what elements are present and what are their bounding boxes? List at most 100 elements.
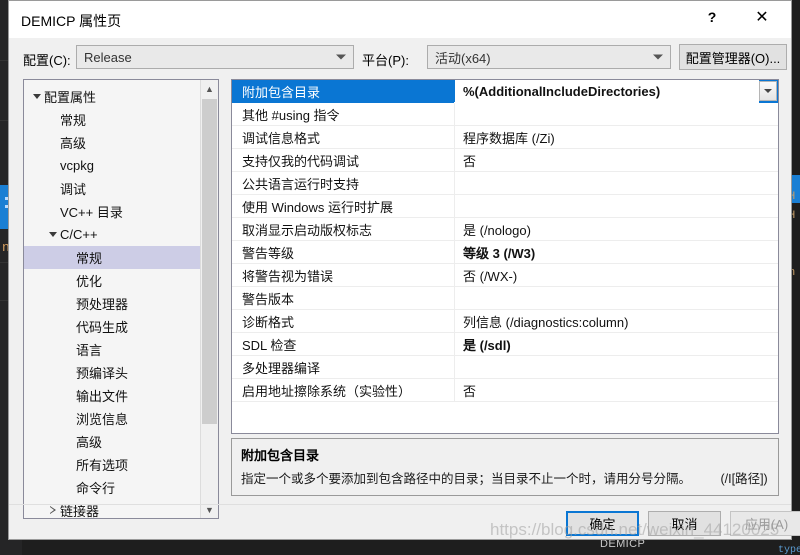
chevron-right-icon[interactable] xyxy=(46,505,60,516)
ok-button[interactable]: 确定 xyxy=(566,511,639,536)
property-row[interactable]: 取消显示启动版权标志 是 (/nologo) xyxy=(232,218,778,241)
scrollbar-thumb[interactable] xyxy=(202,99,217,424)
property-name: 附加包含目录 xyxy=(242,84,321,100)
property-name: 诊断格式 xyxy=(242,314,295,330)
tree-item-14[interactable]: 浏览信息 xyxy=(24,407,201,430)
property-row[interactable]: SDL 检查 是 (/sdl) xyxy=(232,333,778,356)
tree-item-12[interactable]: 预编译头 xyxy=(24,361,201,384)
column-splitter[interactable] xyxy=(454,287,455,309)
column-splitter[interactable] xyxy=(454,149,455,171)
tree-item-label: C/C++ xyxy=(60,227,98,242)
column-splitter[interactable] xyxy=(454,333,455,355)
chevron-down-icon[interactable] xyxy=(30,94,44,99)
property-name: SDL 检查 xyxy=(242,337,297,353)
property-row[interactable]: 启用地址擦除系统（实验性） 否 xyxy=(232,379,778,402)
column-splitter[interactable] xyxy=(454,379,455,401)
configuration-manager-button[interactable]: 配置管理器(O)... xyxy=(679,44,787,70)
property-row[interactable]: 警告等级 等级 3 (/W3) xyxy=(232,241,778,264)
column-splitter[interactable] xyxy=(454,356,455,378)
tree-item-16[interactable]: 所有选项 xyxy=(24,453,201,476)
property-value[interactable]: 等级 3 (/W3) xyxy=(454,243,778,262)
tree-item-label: 预处理器 xyxy=(76,297,129,312)
tree-item-label: 常规 xyxy=(76,251,103,266)
property-value[interactable]: 程序数据库 (/Zi) xyxy=(454,128,778,147)
tree-item-13[interactable]: 输出文件 xyxy=(24,384,201,407)
column-splitter[interactable] xyxy=(454,310,455,332)
property-grid[interactable]: 附加包含目录 %(AdditionalIncludeDirectories) 其他 … xyxy=(231,79,779,434)
tree-item-label: 代码生成 xyxy=(76,320,129,335)
property-row[interactable]: 使用 Windows 运行时扩展 xyxy=(232,195,778,218)
tree-item-3[interactable]: vcpkg xyxy=(24,154,201,177)
tree-scrollbar[interactable]: ▲ ▼ xyxy=(200,80,218,518)
property-value[interactable]: 否 (/WX-) xyxy=(454,266,778,285)
tree-item-label: vcpkg xyxy=(60,158,94,173)
property-value[interactable]: 列信息 (/diagnostics:column) xyxy=(454,312,778,331)
property-value[interactable]: %(AdditionalIncludeDirectories) xyxy=(454,80,759,103)
property-row[interactable]: 诊断格式 列信息 (/diagnostics:column) xyxy=(232,310,778,333)
tree-item-8[interactable]: 优化 xyxy=(24,269,201,292)
apply-button: 应用(A) xyxy=(730,511,800,536)
property-value[interactable]: 是 (/nologo) xyxy=(454,220,778,239)
column-splitter[interactable] xyxy=(454,195,455,217)
cancel-button[interactable]: 取消 xyxy=(648,511,721,536)
tree-item-2[interactable]: 高级 xyxy=(24,131,201,154)
dialog-title: DEMICP 属性页 xyxy=(21,13,122,29)
tree-item-5[interactable]: VC++ 目录 xyxy=(24,200,201,223)
description-body: 指定一个或多个要添加到包含路径中的目录；当目录不止一个时，请用分号分隔。 xyxy=(241,472,692,486)
tree-item-6[interactable]: C/C++ xyxy=(24,223,201,246)
property-value[interactable]: 是 (/sdl) xyxy=(454,335,778,354)
footer-divider xyxy=(9,504,791,505)
scroll-up-icon[interactable]: ▲ xyxy=(201,80,218,97)
platform-dropdown[interactable]: 活动(x64) xyxy=(427,45,671,69)
tree-item-1[interactable]: 常规 xyxy=(24,108,201,131)
column-splitter[interactable] xyxy=(454,218,455,240)
tree-item-7[interactable]: 常规 xyxy=(24,246,201,269)
property-tree[interactable]: 配置属性 常规 高级 vcpkg 调试 VC++ 目录 C/C++ 常规 优化 预处理器 代码生成语… xyxy=(23,79,219,519)
property-name: 公共语言运行时支持 xyxy=(242,176,360,192)
property-value-dropdown[interactable] xyxy=(759,81,777,101)
tree-item-label: 高级 xyxy=(60,136,87,151)
column-splitter[interactable] xyxy=(454,80,455,102)
tree-items: 配置属性 常规 高级 vcpkg 调试 VC++ 目录 C/C++ 常规 优化 预处理器 代码生成语… xyxy=(24,80,201,518)
dialog-titlebar: DEMICP 属性页 ? ✕ xyxy=(9,1,791,38)
property-name: 使用 Windows 运行时扩展 xyxy=(242,199,393,215)
tree-item-18[interactable]: 链接器 xyxy=(24,499,201,518)
column-splitter[interactable] xyxy=(454,241,455,263)
property-row[interactable]: 将警告视为错误 否 (/WX-) xyxy=(232,264,778,287)
column-splitter[interactable] xyxy=(454,103,455,125)
property-row[interactable]: 多处理器编译 xyxy=(232,356,778,379)
tree-item-4[interactable]: 调试 xyxy=(24,177,201,200)
tree-item-label: 预编译头 xyxy=(76,366,129,381)
property-row[interactable]: 公共语言运行时支持 xyxy=(232,172,778,195)
tree-item-11[interactable]: 语言 xyxy=(24,338,201,361)
tree-item-label: 浏览信息 xyxy=(76,412,129,427)
tree-item-15[interactable]: 高级 xyxy=(24,430,201,453)
property-row[interactable]: 附加包含目录 %(AdditionalIncludeDirectories) xyxy=(232,80,778,103)
close-icon[interactable]: ✕ xyxy=(739,1,785,33)
column-splitter[interactable] xyxy=(454,172,455,194)
tree-item-label: 高级 xyxy=(76,435,103,450)
property-row[interactable]: 调试信息格式 程序数据库 (/Zi) xyxy=(232,126,778,149)
tree-item-9[interactable]: 预处理器 xyxy=(24,292,201,315)
tree-item-label: 调试 xyxy=(60,182,87,197)
chevron-down-icon[interactable] xyxy=(46,232,60,237)
platform-value: 活动(x64) xyxy=(435,50,491,66)
column-splitter[interactable] xyxy=(454,126,455,148)
property-value[interactable]: 否 xyxy=(454,381,778,400)
tree-item-17[interactable]: 命令行 xyxy=(24,476,201,499)
property-row[interactable]: 支持仅我的代码调试 否 xyxy=(232,149,778,172)
property-name: 警告等级 xyxy=(242,245,295,261)
property-row[interactable]: 警告版本 xyxy=(232,287,778,310)
property-row[interactable]: 其他 #using 指令 xyxy=(232,103,778,126)
property-name: 启用地址擦除系统（实验性） xyxy=(242,383,412,399)
tree-item-0[interactable]: 配置属性 xyxy=(24,85,201,108)
property-value[interactable]: 否 xyxy=(454,151,778,170)
configuration-dropdown[interactable]: Release xyxy=(76,45,354,69)
tree-item-label: 命令行 xyxy=(76,481,116,496)
description-panel: 附加包含目录 指定一个或多个要添加到包含路径中的目录；当目录不止一个时，请用分号… xyxy=(231,438,779,496)
tree-item-10[interactable]: 代码生成 xyxy=(24,315,201,338)
property-name: 其他 #using 指令 xyxy=(242,107,340,123)
configuration-bar: 配置(C): Release 平台(P): 活动(x64) 配置管理器(O)..… xyxy=(9,38,791,78)
column-splitter[interactable] xyxy=(454,264,455,286)
help-icon[interactable]: ? xyxy=(689,1,735,33)
